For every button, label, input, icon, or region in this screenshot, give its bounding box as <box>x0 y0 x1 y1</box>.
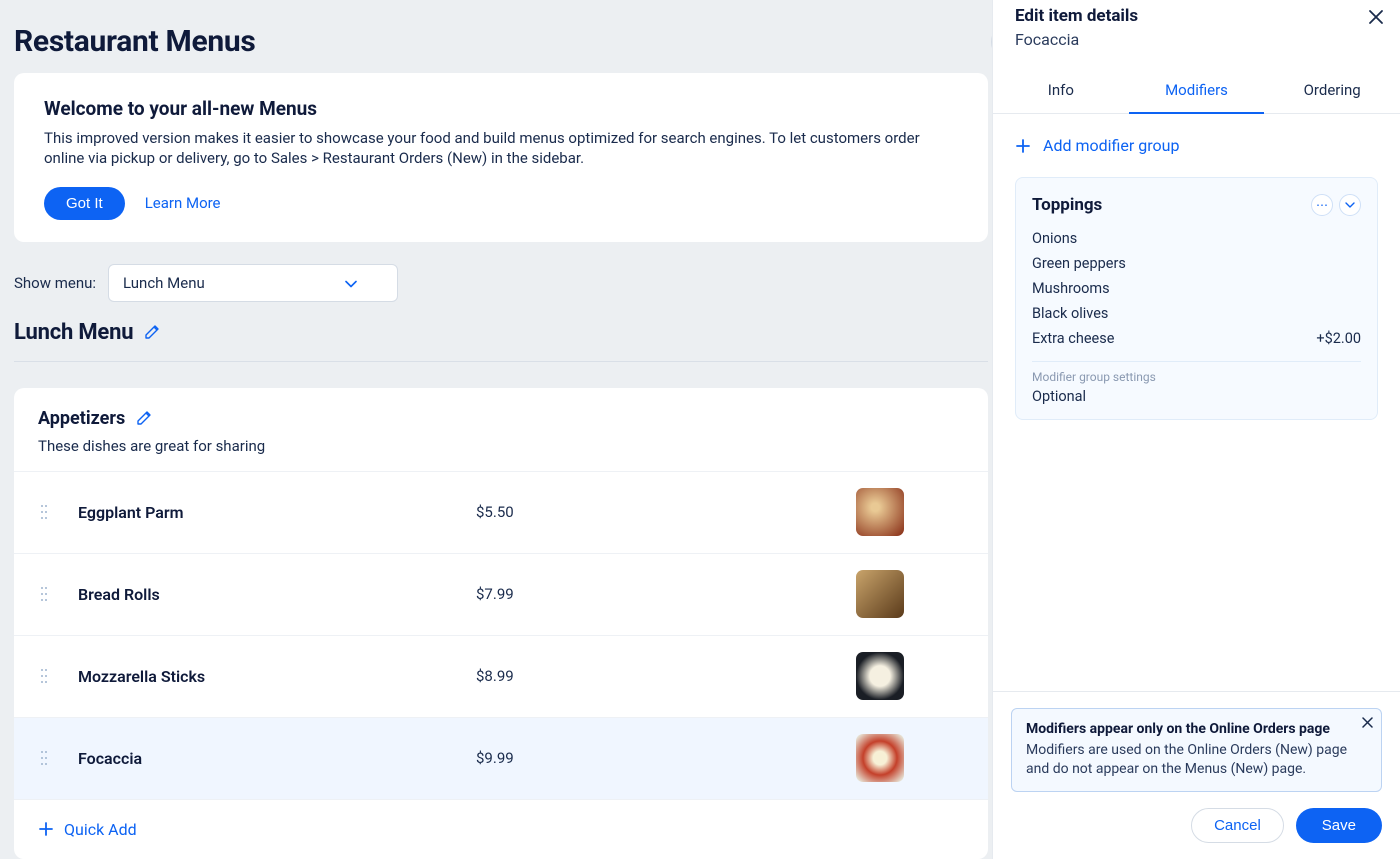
menu-select[interactable]: Lunch Menu <box>108 264 398 302</box>
welcome-card: Welcome to your all-new Menus This impro… <box>14 73 988 242</box>
chevron-down-icon <box>345 274 357 292</box>
quick-add-label: Quick Add <box>64 820 137 839</box>
drag-handle-icon[interactable] <box>38 667 50 685</box>
modifier-item-name: Green peppers <box>1032 255 1126 272</box>
close-icon <box>1362 717 1373 728</box>
modifier-item: Onions <box>1032 226 1361 251</box>
modifier-group: Toppings ⋯ Onions Green peppers <box>1015 177 1378 420</box>
modifier-group-collapse-button[interactable] <box>1339 194 1361 216</box>
cancel-button[interactable]: Cancel <box>1191 808 1284 843</box>
drag-handle-icon[interactable] <box>38 585 50 603</box>
info-box: Modifiers appear only on the Online Orde… <box>1011 708 1382 792</box>
menu-item-name: Focaccia <box>78 749 476 768</box>
tab-info[interactable]: Info <box>993 65 1129 113</box>
modifier-item-name: Mushrooms <box>1032 280 1110 297</box>
menu-item-name: Eggplant Parm <box>78 503 476 522</box>
edit-menu-button[interactable] <box>143 323 161 341</box>
menu-item-thumbnail <box>856 570 904 618</box>
welcome-description: This improved version makes it easier to… <box>44 128 958 169</box>
close-icon <box>1368 9 1384 25</box>
info-box-title: Modifiers appear only on the Online Orde… <box>1026 721 1351 737</box>
panel-title: Edit item details <box>1015 6 1378 26</box>
menu-item-thumbnail <box>856 734 904 782</box>
edit-item-panel: Edit item details Focaccia Info Modifier… <box>992 0 1400 859</box>
save-button[interactable]: Save <box>1296 808 1382 843</box>
tab-ordering[interactable]: Ordering <box>1264 65 1400 113</box>
section-title: Appetizers <box>38 408 125 429</box>
panel-item-name: Focaccia <box>1015 30 1378 49</box>
menu-item-row[interactable]: Mozzarella Sticks $8.99 <box>14 635 988 717</box>
pencil-icon <box>143 323 161 341</box>
modifier-item: Black olives <box>1032 301 1361 326</box>
modifier-item: Mushrooms <box>1032 276 1361 301</box>
ellipsis-icon: ⋯ <box>1316 198 1328 212</box>
modifier-item-name: Extra cheese <box>1032 330 1114 347</box>
add-modifier-group-label: Add modifier group <box>1043 136 1179 155</box>
tab-modifiers[interactable]: Modifiers <box>1129 65 1265 113</box>
plus-icon <box>1015 138 1031 154</box>
modifier-item: Extra cheese +$2.00 <box>1032 326 1361 351</box>
panel-tabs: Info Modifiers Ordering <box>993 65 1400 114</box>
menu-item-row[interactable]: Focaccia $9.99 <box>14 717 988 799</box>
show-menu-label: Show menu: <box>14 274 96 292</box>
page-title: Restaurant Menus <box>14 24 256 59</box>
modifier-group-more-button[interactable]: ⋯ <box>1311 194 1333 216</box>
menu-item-price: $7.99 <box>476 585 776 603</box>
modifier-group-title: Toppings <box>1032 195 1102 215</box>
menu-item-name: Bread Rolls <box>78 585 476 604</box>
menu-item-row[interactable]: Eggplant Parm $5.50 <box>14 471 988 553</box>
modifier-item-price: +$2.00 <box>1316 330 1361 347</box>
menu-item-thumbnail <box>856 488 904 536</box>
close-panel-button[interactable] <box>1368 6 1384 30</box>
add-modifier-group-button[interactable]: Add modifier group <box>1015 136 1378 155</box>
divider <box>14 361 988 362</box>
learn-more-link[interactable]: Learn More <box>145 194 221 212</box>
welcome-title: Welcome to your all-new Menus <box>44 97 958 120</box>
info-box-close-button[interactable] <box>1362 717 1373 732</box>
modifier-settings-value: Optional <box>1032 388 1361 405</box>
drag-handle-icon[interactable] <box>38 503 50 521</box>
divider <box>1032 361 1361 362</box>
modifier-item-name: Onions <box>1032 230 1077 247</box>
info-box-text: Modifiers are used on the Online Orders … <box>1026 741 1351 779</box>
menu-item-price: $5.50 <box>476 503 776 521</box>
menu-item-row[interactable]: Bread Rolls $7.99 <box>14 553 988 635</box>
menu-select-value: Lunch Menu <box>123 274 205 292</box>
modifier-item-name: Black olives <box>1032 305 1108 322</box>
menu-item-price: $8.99 <box>476 667 776 685</box>
chevron-down-icon <box>1345 202 1355 208</box>
section-description: These dishes are great for sharing <box>38 437 964 455</box>
modifier-settings-label: Modifier group settings <box>1032 370 1361 384</box>
modifier-item: Green peppers <box>1032 251 1361 276</box>
menu-title: Lunch Menu <box>14 320 133 345</box>
edit-section-button[interactable] <box>135 409 153 427</box>
drag-handle-icon[interactable] <box>38 749 50 767</box>
plus-icon <box>38 821 54 837</box>
got-it-button[interactable]: Got It <box>44 187 125 220</box>
section-card: Appetizers These dishes are great for sh… <box>14 388 988 859</box>
menu-item-thumbnail <box>856 652 904 700</box>
menu-item-price: $9.99 <box>476 749 776 767</box>
pencil-icon <box>135 409 153 427</box>
quick-add-button[interactable]: Quick Add <box>14 799 988 859</box>
menu-item-name: Mozzarella Sticks <box>78 667 476 686</box>
